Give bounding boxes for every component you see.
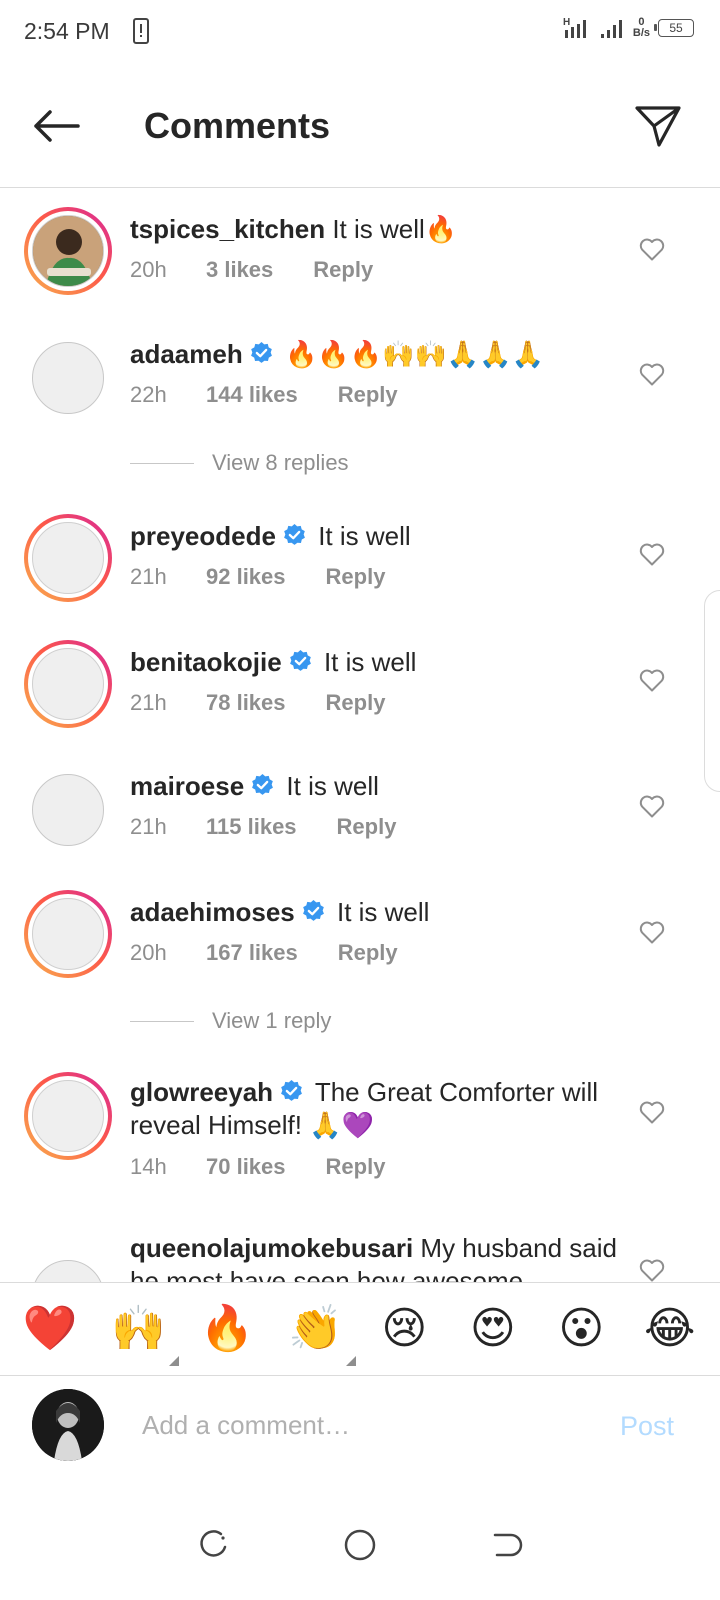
signal-icon [600, 20, 622, 38]
avatar[interactable] [24, 890, 112, 978]
phone-alert-icon [133, 18, 149, 49]
comment-username[interactable]: mairoese [130, 771, 244, 801]
skin-tone-indicator-icon [345, 1356, 356, 1366]
verified-badge-icon [281, 1080, 302, 1101]
heart-icon[interactable] [638, 235, 666, 263]
skin-tone-indicator-icon [168, 1356, 179, 1366]
avatar[interactable] [32, 1260, 104, 1282]
system-nav-bar [0, 1490, 720, 1600]
comment-time: 20h [130, 257, 167, 282]
verified-badge-icon [289, 650, 311, 671]
home-icon[interactable] [343, 1528, 377, 1562]
comment-username[interactable]: adaameh [130, 339, 243, 369]
paper-plane-icon [635, 106, 681, 147]
add-comment-input[interactable] [142, 1399, 582, 1451]
comment-time: 20h [130, 940, 167, 965]
heart-icon[interactable] [638, 540, 666, 568]
emoji-surprised-button[interactable]: 😮 [551, 1304, 611, 1354]
my-avatar [32, 1389, 104, 1461]
comment-username[interactable]: benitaokojie [130, 647, 282, 677]
verified-badge-icon [302, 900, 324, 921]
view-replies-button[interactable]: View 1 reply [130, 1008, 331, 1034]
comment-text: 🔥🔥🔥🙌🙌🙏🙏🙏 [284, 339, 544, 369]
reply-button[interactable]: Reply [313, 257, 373, 283]
reply-button[interactable]: Reply [326, 690, 386, 716]
avatar[interactable] [24, 640, 112, 728]
back-nav-icon[interactable] [491, 1529, 523, 1561]
comment-time: 22h [130, 382, 167, 407]
page-title: Comments [144, 105, 331, 146]
comment-likes[interactable]: 144 likes [206, 382, 298, 408]
comment-time: 21h [130, 564, 167, 589]
reply-button[interactable]: Reply [338, 940, 398, 966]
emoji-crying-button[interactable]: 😢 [374, 1304, 434, 1354]
verified-badge-icon [284, 524, 305, 545]
emoji-laughing-button[interactable]: 😂 [640, 1304, 700, 1354]
comment-time: 21h [130, 690, 167, 715]
verified-badge-icon [250, 342, 272, 363]
comment-username[interactable]: preyeodede [130, 521, 276, 551]
avatar[interactable] [32, 774, 104, 846]
heart-icon[interactable] [638, 1098, 666, 1126]
comment-text: It is well [286, 771, 379, 801]
comment-likes[interactable]: 115 likes [206, 814, 297, 840]
heart-icon[interactable] [638, 918, 666, 946]
status-bar: 2:54 PM H 0 B/s 55 [0, 0, 720, 64]
avatar[interactable] [24, 1072, 112, 1160]
comment-item: queenolajumokebusari My husband said he … [0, 1230, 720, 1282]
comment-username[interactable]: glowreeyah [130, 1077, 273, 1107]
comment-username[interactable]: adaehimoses [130, 897, 295, 927]
avatar[interactable] [32, 342, 104, 414]
avatar-photo [32, 215, 104, 287]
heart-icon[interactable] [638, 360, 666, 388]
header: Comments [0, 64, 720, 188]
status-icons: H 0 B/s 55 [563, 16, 694, 40]
comment-text: It is well🔥 [332, 214, 458, 244]
emoji-heart-button[interactable]: ❤️ [20, 1304, 80, 1354]
avatar[interactable] [24, 207, 112, 295]
comment-text: It is well [323, 647, 417, 677]
emoji-fire-button[interactable]: 🔥 [197, 1304, 257, 1354]
signal-h-icon: H [563, 17, 586, 38]
comment-time: 21h [130, 814, 167, 839]
comment-likes[interactable]: 3 likes [206, 257, 273, 283]
reply-button[interactable]: Reply [326, 1154, 386, 1180]
reply-button[interactable]: Reply [326, 564, 386, 590]
svg-text:H: H [563, 17, 570, 28]
avatar[interactable] [24, 514, 112, 602]
comment-composer: Post [0, 1377, 720, 1489]
heart-icon[interactable] [638, 1256, 666, 1282]
comment-username[interactable]: queenolajumokebusari [130, 1233, 413, 1263]
emoji-quick-bar: ❤️ 🙌 🔥 👏 😢 😍 😮 😂 [0, 1282, 720, 1376]
comment-username[interactable]: tspices_kitchen [130, 214, 325, 244]
view-replies-button[interactable]: View 8 replies [130, 450, 349, 476]
reply-button[interactable]: Reply [337, 814, 397, 840]
reply-button[interactable]: Reply [338, 382, 398, 408]
post-button[interactable]: Post [620, 1411, 674, 1442]
battery-icon: 55 [654, 19, 694, 37]
verified-badge-icon [252, 774, 274, 795]
comment-likes[interactable]: 70 likes [206, 1154, 286, 1180]
comment-likes[interactable]: 78 likes [206, 690, 286, 716]
heart-icon[interactable] [638, 792, 666, 820]
back-button[interactable] [28, 98, 84, 154]
comment-likes[interactable]: 92 likes [206, 564, 286, 590]
emoji-raised-hands-button[interactable]: 🙌 [109, 1304, 179, 1366]
battery-level: 55 [669, 21, 683, 35]
share-button[interactable] [628, 96, 688, 156]
status-time: 2:54 PM [24, 18, 110, 44]
network-speed: 0 B/s [632, 16, 650, 39]
scroll-handle[interactable] [704, 590, 720, 792]
emoji-clap-button[interactable]: 👏 [286, 1304, 356, 1366]
comment-text: It is well [318, 521, 411, 551]
comment-likes[interactable]: 167 likes [206, 940, 298, 966]
heart-icon[interactable] [638, 666, 666, 694]
emoji-heart-eyes-button[interactable]: 😍 [463, 1304, 523, 1354]
recent-apps-icon[interactable] [197, 1529, 229, 1561]
comment-time: 14h [130, 1154, 167, 1179]
comment-text: It is well [336, 897, 430, 927]
arrow-left-icon [34, 110, 80, 142]
